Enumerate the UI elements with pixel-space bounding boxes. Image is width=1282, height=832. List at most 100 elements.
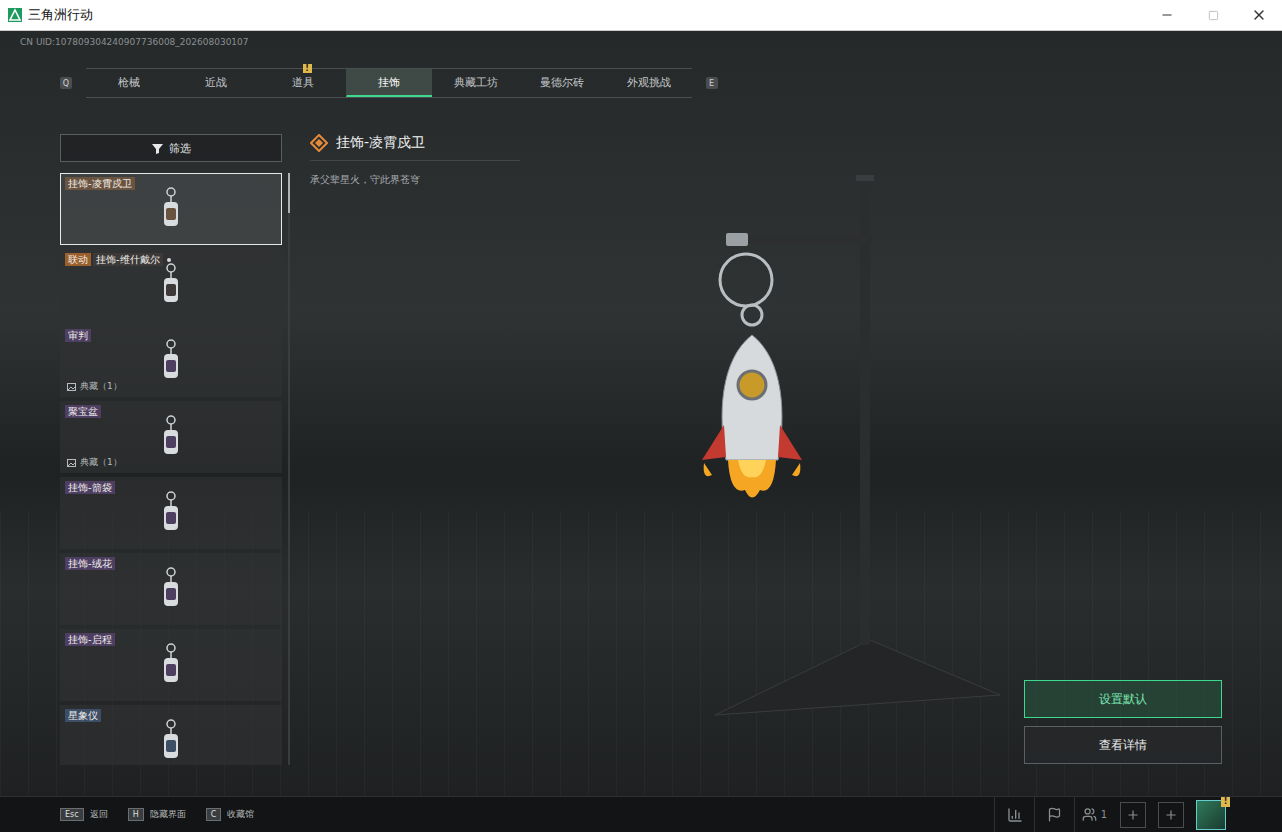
- close-icon: [1251, 7, 1267, 23]
- charm-thumbnail-icon: [158, 642, 184, 688]
- maximize-button[interactable]: [1190, 0, 1236, 30]
- key-hint[interactable]: C收藏馆: [206, 808, 255, 821]
- invite-slot[interactable]: [1120, 802, 1146, 828]
- list-item[interactable]: 星象仪: [60, 705, 282, 765]
- image-icon: [67, 383, 76, 391]
- top-area: CN UID:107809304240907736008_20260803010…: [0, 31, 1282, 98]
- uid-label: CN UID:107809304240907736008_20260803010…: [20, 36, 1262, 48]
- charm-thumbnail-icon: [158, 338, 184, 384]
- image-icon: [67, 459, 76, 467]
- list-item[interactable]: 联动挂饰-维什戴尔: [60, 249, 282, 321]
- list-item[interactable]: 挂饰-启程: [60, 629, 282, 701]
- tab-strip: 枪械近战道具!挂饰典藏工坊曼德尔砖外观挑战: [86, 68, 692, 98]
- avatar-badge: !: [1221, 797, 1230, 807]
- plus-icon: [1126, 808, 1140, 822]
- main-area: 筛选挂饰-凌霄戍卫联动挂饰-维什戴尔审判典藏（1）聚宝盆典藏（1）挂饰-箭袋挂饰…: [0, 98, 1282, 796]
- list-item[interactable]: 挂饰-凌霄戍卫: [60, 173, 282, 245]
- new-dot: [167, 258, 171, 262]
- item-list-column: 筛选挂饰-凌霄戍卫联动挂饰-维什戴尔审判典藏（1）聚宝盆典藏（1）挂饰-箭袋挂饰…: [60, 134, 282, 796]
- charm-thumbnail-icon: [158, 490, 184, 536]
- charm-thumbnail-icon: [158, 414, 184, 460]
- item-tag: 联动: [65, 253, 91, 266]
- hint-key: H: [128, 808, 144, 821]
- tab[interactable]: 典藏工坊: [432, 69, 519, 97]
- item-tags: 挂饰-凌霄戍卫: [65, 177, 135, 190]
- window-title: 三角洲行动: [28, 6, 1144, 24]
- detail-description: 承父辈星火，守此界苍穹: [310, 173, 690, 187]
- tab[interactable]: 近战: [173, 69, 260, 97]
- item-tag: 挂饰-维什戴尔: [93, 253, 163, 266]
- player-avatar[interactable]: !: [1196, 800, 1226, 830]
- list-item[interactable]: 挂饰-绒花: [60, 553, 282, 625]
- item-tag: 审判: [65, 329, 91, 342]
- game-screen: CN UID:107809304240907736008_20260803010…: [0, 31, 1282, 832]
- filter-icon: [152, 143, 163, 154]
- item-tags: 聚宝盆: [65, 405, 101, 418]
- detail-panel: 挂饰-凌霄戍卫承父辈星火，守此界苍穹: [310, 134, 690, 796]
- item-tag: 挂饰-绒花: [65, 557, 115, 570]
- action-button[interactable]: 设置默认: [1024, 680, 1222, 718]
- key-hint[interactable]: H隐藏界面: [128, 808, 186, 821]
- friends-button[interactable]: 1: [1074, 797, 1114, 832]
- item-tags: 星象仪: [65, 709, 101, 722]
- tab[interactable]: 曼德尔砖: [519, 69, 606, 97]
- hint-key: Esc: [60, 808, 84, 821]
- charm-thumbnail-icon: [158, 566, 184, 612]
- collection-note: 典藏（1）: [67, 456, 122, 469]
- friends-count: 1: [1101, 809, 1107, 820]
- charm-thumbnail-icon: [158, 186, 184, 232]
- minimize-button[interactable]: [1144, 0, 1190, 30]
- rocket-charm-on-stand-icon[interactable]: [690, 175, 1010, 720]
- scroll-thumb[interactable]: [288, 173, 290, 213]
- invite-slot[interactable]: [1158, 802, 1184, 828]
- item-tag: 聚宝盆: [65, 405, 101, 418]
- item-tag: 挂饰-箭袋: [65, 481, 115, 494]
- hint-key: C: [206, 808, 222, 821]
- tab[interactable]: 挂饰: [346, 69, 433, 97]
- app-window: 三角洲行动 CN UID:107809304240907736008_202608…: [0, 0, 1282, 832]
- maximize-icon: [1208, 10, 1219, 21]
- tab[interactable]: 外观挑战: [605, 69, 692, 97]
- tab-badge: !: [303, 64, 312, 73]
- item-tag: 挂饰-启程: [65, 633, 115, 646]
- rarity-diamond-icon: [310, 134, 328, 152]
- item-list: 挂饰-凌霄戍卫联动挂饰-维什戴尔审判典藏（1）聚宝盆典藏（1）挂饰-箭袋挂饰-绒…: [60, 173, 282, 765]
- action-button[interactable]: 查看详情: [1024, 726, 1222, 764]
- close-button[interactable]: [1236, 0, 1282, 30]
- prev-tab-key[interactable]: Q: [60, 77, 72, 89]
- item-tags: 挂饰-箭袋: [65, 481, 115, 494]
- minimize-icon: [1160, 8, 1174, 22]
- preview-stage: 设置默认查看详情: [690, 134, 1222, 796]
- friends-icon: [1082, 807, 1097, 822]
- tab[interactable]: 道具!: [259, 69, 346, 97]
- bottom-bar: Esc返回 H隐藏界面 C收藏馆 1!: [0, 796, 1282, 832]
- item-tag: 挂饰-凌霄戍卫: [65, 177, 135, 190]
- detail-title: 挂饰-凌霄戍卫: [310, 134, 520, 161]
- list-item[interactable]: 挂饰-箭袋: [60, 477, 282, 549]
- flag-icon: [1047, 807, 1062, 822]
- charm-thumbnail-icon: [158, 718, 184, 764]
- tab-bar: Q 枪械近战道具!挂饰典藏工坊曼德尔砖外观挑战 E: [60, 68, 1262, 98]
- next-tab-key[interactable]: E: [706, 77, 718, 89]
- action-buttons: 设置默认查看详情: [1024, 680, 1222, 764]
- stats-button[interactable]: [994, 797, 1034, 832]
- filter-button[interactable]: 筛选: [60, 134, 282, 162]
- item-tags: 联动挂饰-维什戴尔: [65, 253, 171, 266]
- plus-icon: [1164, 808, 1178, 822]
- tab[interactable]: 枪械: [86, 69, 173, 97]
- item-tags: 挂饰-绒花: [65, 557, 115, 570]
- list-item[interactable]: 聚宝盆典藏（1）: [60, 401, 282, 473]
- bar-chart-icon: [1007, 807, 1023, 823]
- item-tag: 星象仪: [65, 709, 101, 722]
- item-tags: 审判: [65, 329, 91, 342]
- key-hint[interactable]: Esc返回: [60, 808, 108, 821]
- list-scrollbar[interactable]: [288, 173, 290, 765]
- list-item[interactable]: 审判典藏（1）: [60, 325, 282, 397]
- social-cluster: 1!: [994, 797, 1226, 832]
- flag-button[interactable]: [1034, 797, 1074, 832]
- charm-thumbnail-icon: [158, 262, 184, 308]
- collection-note: 典藏（1）: [67, 380, 122, 393]
- title-bar: 三角洲行动: [0, 0, 1282, 31]
- game-logo-icon: [8, 8, 22, 22]
- item-tags: 挂饰-启程: [65, 633, 115, 646]
